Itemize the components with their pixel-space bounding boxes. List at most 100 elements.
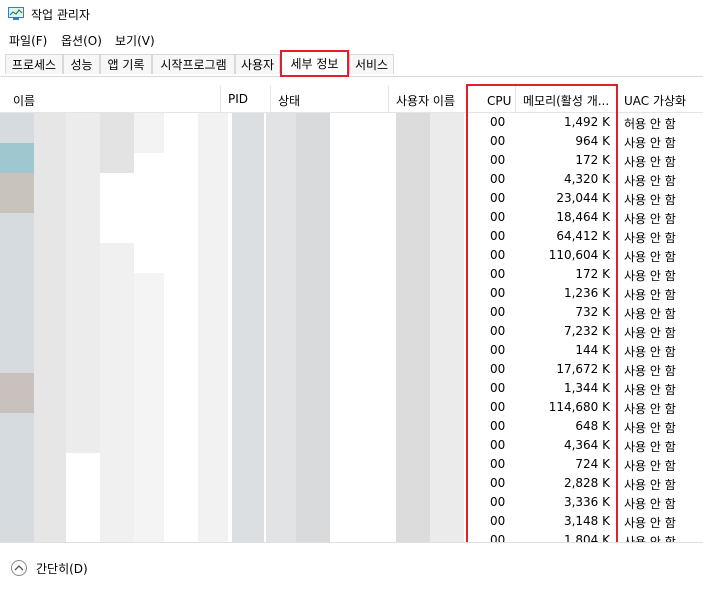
table-row[interactable]: 00 2,828 K 사용 안 함 xyxy=(0,474,703,493)
column-header-uac[interactable]: UAC 가상화 xyxy=(624,92,686,109)
column-divider[interactable] xyxy=(616,86,617,112)
table-row[interactable]: 00 7,232 K 사용 안 함 xyxy=(0,322,703,341)
cpu-cell: 00 xyxy=(490,229,506,243)
cpu-cell: 00 xyxy=(490,267,506,281)
table-row[interactable]: 00 64,412 K 사용 안 함 xyxy=(0,227,703,246)
uac-cell: 사용 안 함 xyxy=(624,516,676,530)
uac-cell: 허용 안 함 xyxy=(624,117,676,131)
table-row[interactable]: 00 172 K 사용 안 함 xyxy=(0,151,703,170)
tab-users[interactable]: 사용자 xyxy=(235,54,280,74)
column-divider[interactable] xyxy=(220,86,221,112)
uac-cell: 사용 안 함 xyxy=(624,136,676,150)
uac-cell: 사용 안 함 xyxy=(624,402,676,416)
table-row[interactable]: 00 1,236 K 사용 안 함 xyxy=(0,284,703,303)
tab-details[interactable]: 세부 정보 xyxy=(280,50,349,77)
memory-cell: 1,344 K xyxy=(563,381,610,395)
cpu-cell: 00 xyxy=(490,419,506,433)
cpu-cell: 00 xyxy=(490,172,506,186)
uac-cell: 사용 안 함 xyxy=(624,250,676,264)
table-row[interactable]: 00 732 K 사용 안 함 xyxy=(0,303,703,322)
uac-cell: 사용 안 함 xyxy=(624,193,676,207)
uac-cell: 사용 안 함 xyxy=(624,326,676,340)
cpu-cell: 00 xyxy=(490,457,506,471)
table-row[interactable]: 00 114,680 K 사용 안 함 xyxy=(0,398,703,417)
column-header-user[interactable]: 사용자 이름 xyxy=(396,92,455,109)
table-row[interactable]: 00 18,464 K 사용 안 함 xyxy=(0,208,703,227)
fewer-details-link[interactable]: 간단히(D) xyxy=(36,560,88,577)
title-bar: 작업 관리자 xyxy=(0,0,703,30)
uac-cell: 사용 안 함 xyxy=(624,174,676,188)
memory-cell: 1,236 K xyxy=(563,286,610,300)
tab-processes[interactable]: 프로세스 xyxy=(5,54,63,74)
memory-cell: 172 K xyxy=(575,267,610,281)
table-row[interactable]: 00 4,364 K 사용 안 함 xyxy=(0,436,703,455)
memory-cell: 1,804 K xyxy=(563,533,610,542)
uac-cell: 사용 안 함 xyxy=(624,345,676,359)
details-table: 이름 PID 상태 사용자 이름 CPU 메모리(활성 개... UAC 가상화 xyxy=(0,86,703,542)
column-divider[interactable] xyxy=(270,86,271,112)
menu-view[interactable]: 보기(V) xyxy=(115,32,155,49)
menu-bar: 파일(F) 옵션(O) 보기(V) xyxy=(0,30,703,50)
menu-file[interactable]: 파일(F) xyxy=(9,32,47,49)
memory-cell: 110,604 K xyxy=(548,248,610,262)
table-row[interactable]: 00 3,336 K 사용 안 함 xyxy=(0,493,703,512)
uac-cell: 사용 안 함 xyxy=(624,478,676,492)
tab-app-history[interactable]: 앱 기록 xyxy=(100,54,152,74)
memory-cell: 2,828 K xyxy=(563,476,610,490)
table-row[interactable]: 00 3,148 K 사용 안 함 xyxy=(0,512,703,531)
uac-cell: 사용 안 함 xyxy=(624,421,676,435)
cpu-cell: 00 xyxy=(490,153,506,167)
cpu-cell: 00 xyxy=(490,134,506,148)
memory-cell: 648 K xyxy=(575,419,610,433)
table-row[interactable]: 00 1,804 K 사용 안 함 xyxy=(0,531,703,542)
tab-services[interactable]: 서비스 xyxy=(349,54,394,74)
cpu-cell: 00 xyxy=(490,438,506,452)
menu-options[interactable]: 옵션(O) xyxy=(61,32,102,49)
column-divider[interactable] xyxy=(515,86,516,112)
uac-cell: 사용 안 함 xyxy=(624,212,676,226)
tab-performance[interactable]: 성능 xyxy=(63,54,100,74)
window-title: 작업 관리자 xyxy=(31,8,91,22)
table-row[interactable]: 00 4,320 K 사용 안 함 xyxy=(0,170,703,189)
tab-strip: 프로세스 성능 앱 기록 시작프로그램 사용자 세부 정보 서비스 xyxy=(0,50,703,77)
table-row[interactable]: 00 964 K 사용 안 함 xyxy=(0,132,703,151)
column-header-name[interactable]: 이름 xyxy=(13,92,35,109)
uac-cell: 사용 안 함 xyxy=(624,535,676,542)
column-header-pid[interactable]: PID xyxy=(228,92,248,106)
uac-cell: 사용 안 함 xyxy=(624,383,676,397)
cpu-cell: 00 xyxy=(490,495,506,509)
table-row[interactable]: 00 23,044 K 사용 안 함 xyxy=(0,189,703,208)
column-divider[interactable] xyxy=(388,86,389,112)
memory-cell: 64,412 K xyxy=(556,229,610,243)
tab-startup[interactable]: 시작프로그램 xyxy=(152,54,235,74)
table-row[interactable]: 00 1,492 K 허용 안 함 xyxy=(0,113,703,132)
table-row[interactable]: 00 648 K 사용 안 함 xyxy=(0,417,703,436)
table-row[interactable]: 00 144 K 사용 안 함 xyxy=(0,341,703,360)
table-row[interactable]: 00 1,344 K 사용 안 함 xyxy=(0,379,703,398)
uac-cell: 사용 안 함 xyxy=(624,231,676,245)
table-row[interactable]: 00 17,672 K 사용 안 함 xyxy=(0,360,703,379)
footer-bar: 간단히(D) xyxy=(0,542,703,591)
column-divider[interactable] xyxy=(466,86,467,112)
table-row[interactable]: 00 110,604 K 사용 안 함 xyxy=(0,246,703,265)
collapse-icon[interactable] xyxy=(11,560,27,576)
memory-cell: 18,464 K xyxy=(556,210,610,224)
memory-cell: 17,672 K xyxy=(556,362,610,376)
memory-cell: 4,364 K xyxy=(563,438,610,452)
table-row[interactable]: 00 172 K 사용 안 함 xyxy=(0,265,703,284)
task-manager-icon xyxy=(8,7,24,21)
memory-cell: 1,492 K xyxy=(563,115,610,129)
uac-cell: 사용 안 함 xyxy=(624,307,676,321)
uac-cell: 사용 안 함 xyxy=(624,364,676,378)
cpu-cell: 00 xyxy=(490,115,506,129)
cpu-cell: 00 xyxy=(490,514,506,528)
cpu-cell: 00 xyxy=(490,286,506,300)
cpu-cell: 00 xyxy=(490,191,506,205)
cpu-cell: 00 xyxy=(490,533,506,542)
table-row[interactable]: 00 724 K 사용 안 함 xyxy=(0,455,703,474)
memory-cell: 3,148 K xyxy=(563,514,610,528)
memory-cell: 172 K xyxy=(575,153,610,167)
column-header-status[interactable]: 상태 xyxy=(278,92,300,109)
column-header-memory[interactable]: 메모리(활성 개... xyxy=(523,92,609,109)
column-header-cpu[interactable]: CPU xyxy=(487,94,511,108)
